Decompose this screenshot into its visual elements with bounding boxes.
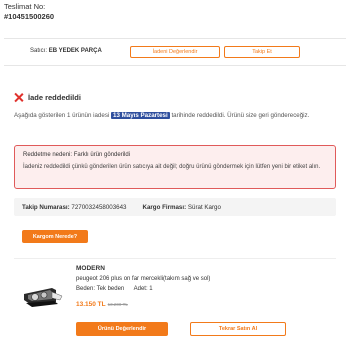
headlight-image xyxy=(24,288,63,307)
rate-product-button[interactable]: Ürünü Değerlendir xyxy=(76,322,168,336)
reject-reason-box: Reddetme nedeni: Farklı ürün gönderildi … xyxy=(14,145,336,189)
product-price: 13.150 TL 13.200 TL xyxy=(76,301,128,308)
product-variant: Beden: Tek beden Adet: 1 xyxy=(76,286,161,292)
buy-again-button[interactable]: Tekrar Satın Al xyxy=(190,322,286,336)
product-name[interactable]: peugeot 206 plus on far mercekli(takım s… xyxy=(76,276,210,282)
tracking-number: Takip Numarası: 7270032458003643 xyxy=(22,204,126,211)
carrier-value: Sürat Kargo xyxy=(187,203,221,211)
product-brand: MODERN xyxy=(76,265,105,272)
follow-seller-button[interactable]: Takip Et xyxy=(224,46,300,58)
seller-row: Satıcı: EB YEDEK PARÇA İadeni Değerlendi… xyxy=(4,38,346,66)
where-is-my-cargo-button[interactable]: Kargom Nerede? xyxy=(22,230,88,243)
rate-return-button[interactable]: İadeni Değerlendir xyxy=(130,46,220,58)
status-title: İade reddedildi xyxy=(28,93,81,102)
reject-reason-detail: İadeniz reddedildi çünkü gönderilen ürün… xyxy=(23,163,321,170)
description-after: tarihinde reddedildi. Ürünü size geri gö… xyxy=(169,112,310,119)
delivery-info: Teslimat No: #10451500260 xyxy=(4,2,54,22)
tracking-number-value[interactable]: 7270032458003643 xyxy=(71,204,126,211)
seller-info: Satıcı: EB YEDEK PARÇA xyxy=(30,48,102,54)
old-price: 13.200 TL xyxy=(107,302,128,307)
return-status: İade reddedildi xyxy=(14,93,81,102)
seller-prefix: Satıcı: xyxy=(30,48,48,54)
divider xyxy=(14,258,336,259)
reject-reason-title: Reddetme nedeni: Farklı ürün gönderildi xyxy=(23,152,131,158)
x-icon xyxy=(14,93,23,102)
carrier-label: Kargo Firması: xyxy=(142,203,187,211)
seller-name[interactable]: EB YEDEK PARÇA xyxy=(49,48,102,54)
delivery-number: #10451500260 xyxy=(4,12,55,21)
carrier: Kargo Firması: Sürat Kargo xyxy=(142,204,220,211)
return-description: Aşağıda gösterilen 1 ürünün iadesi 13 Ma… xyxy=(14,111,336,121)
tracking-number-label: Takip Numarası: xyxy=(22,203,70,211)
current-price: 13.150 TL xyxy=(76,301,106,308)
delivery-label: Teslimat No: xyxy=(4,2,46,11)
description-before: Aşağıda gösterilen 1 ürünün iadesi xyxy=(14,112,112,119)
tracking-bar: Takip Numarası: 7270032458003643 Kargo F… xyxy=(14,198,336,216)
product-item: MODERN peugeot 206 plus on far mercekli(… xyxy=(14,262,336,346)
reject-date: 13 Mayıs Pazartesi xyxy=(111,112,170,119)
product-quantity: Adet: 1 xyxy=(133,286,153,292)
product-size: Beden: Tek beden xyxy=(76,286,125,292)
product-image[interactable] xyxy=(22,274,66,318)
